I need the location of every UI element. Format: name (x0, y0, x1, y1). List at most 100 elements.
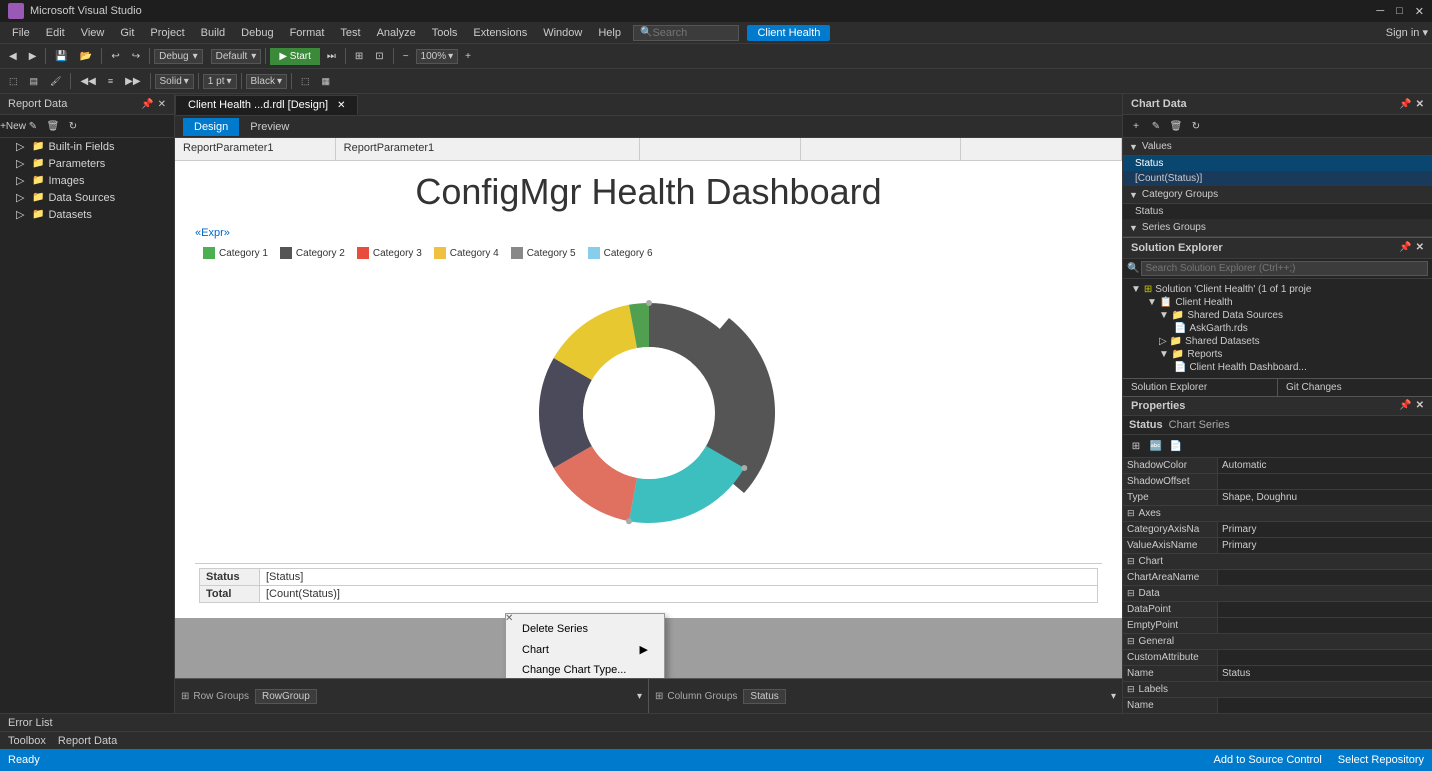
askgarth-node[interactable]: 📄 AskGarth.rds (1127, 322, 1428, 335)
tb-zoom-out[interactable]: − (398, 48, 414, 65)
row-groups-dropdown[interactable]: ▾ (637, 691, 642, 702)
tb-back[interactable]: ◀ (4, 48, 22, 65)
donut-chart-svg (489, 273, 809, 553)
tb-fmt2[interactable]: ⊡ (370, 48, 388, 65)
tb-start[interactable]: ▶ Start (270, 48, 320, 65)
project-node[interactable]: ▼ 📋 Client Health (1127, 296, 1428, 309)
tb-fwd[interactable]: ▶ (24, 48, 42, 65)
menu-file[interactable]: File (4, 25, 38, 41)
sol-explorer-tab[interactable]: Solution Explorer (1123, 379, 1278, 396)
row-group-item[interactable]: RowGroup (255, 689, 317, 704)
menu-tools[interactable]: Tools (424, 25, 466, 41)
status-value-item[interactable]: Status (1123, 156, 1432, 171)
tree-builtin-fields[interactable]: ▷ 📁 Built-in Fields (0, 138, 174, 155)
chart-data-pin[interactable]: 📌 (1399, 99, 1411, 110)
sol-close[interactable]: ✕ (1416, 242, 1424, 254)
reports-node[interactable]: ▼ 📁 Reports (1127, 348, 1428, 361)
doc-tab-rdl[interactable]: Client Health ...d.rdl [Design] ✕ (175, 95, 358, 115)
menu-format[interactable]: Format (282, 25, 333, 41)
tree-images[interactable]: ▷ 📁 Images (0, 172, 174, 189)
client-health-report[interactable]: 📄 Client Health Dashboard... (1127, 361, 1428, 374)
shared-datasets-node[interactable]: ▷ 📁 Shared Datasets (1127, 335, 1428, 348)
cd-refresh-btn[interactable]: ↻ (1187, 117, 1205, 135)
ctx-chart[interactable]: Chart ▶ (506, 639, 664, 660)
menu-help[interactable]: Help (590, 25, 629, 41)
refresh-btn[interactable]: ↻ (64, 117, 82, 135)
tb2-align-center[interactable]: ≡ (103, 73, 118, 89)
tb2-border1[interactable]: ⬚ (296, 73, 315, 90)
tb-save[interactable]: 💾 (50, 48, 72, 65)
design-tab-design[interactable]: Design (183, 118, 239, 136)
border-color-dropdown[interactable]: Black ▾ (246, 74, 287, 89)
tb2-border2[interactable]: ▦ (317, 73, 336, 90)
delete-btn[interactable]: 🗑 (44, 117, 62, 135)
tb-redo[interactable]: ↪ (127, 48, 145, 65)
maximize-btn[interactable]: □ (1396, 5, 1403, 18)
platform-dropdown[interactable]: Default ▾ (211, 49, 262, 64)
prop-categ-btn[interactable]: ⊞ (1127, 437, 1145, 455)
cd-add-btn[interactable]: + (1127, 117, 1145, 135)
menu-project[interactable]: Project (142, 25, 192, 41)
col-groups-dropdown[interactable]: ▾ (1111, 691, 1116, 702)
panel-pin[interactable]: 📌 (141, 99, 153, 110)
chart-data-close[interactable]: ✕ (1416, 99, 1424, 110)
tb2-1[interactable]: ⬚ (4, 73, 23, 90)
tb-step[interactable]: ⏭ (322, 48, 341, 65)
donut-chart-container[interactable]: ✕ Delete Series Chart ▶ Ch (195, 273, 1102, 553)
border-width-dropdown[interactable]: 1 pt ▾ (203, 74, 237, 89)
solution-search-input[interactable] (1141, 261, 1428, 276)
menu-window[interactable]: Window (535, 25, 590, 41)
context-menu-close-icon[interactable]: ✕ (505, 613, 513, 624)
sign-in[interactable]: Sign in ▾ (1386, 26, 1428, 39)
tb2-align-right[interactable]: ▶▶ (120, 73, 145, 90)
border-style-dropdown[interactable]: Solid ▾ (155, 74, 194, 89)
menu-extensions[interactable]: Extensions (465, 25, 535, 41)
cd-delete-btn[interactable]: 🗑 (1167, 117, 1185, 135)
tb-undo[interactable]: ↩ (106, 48, 124, 65)
zoom-dropdown[interactable]: 100% ▾ (416, 49, 459, 64)
shared-datasources-node[interactable]: ▼ 📁 Shared Data Sources (1127, 309, 1428, 322)
tree-datasources[interactable]: ▷ 📁 Data Sources (0, 189, 174, 206)
prop-prop-page[interactable]: 📄 (1167, 437, 1185, 455)
menu-debug[interactable]: Debug (233, 25, 281, 41)
report-body[interactable]: ReportParameter1 ReportParameter1 Config… (175, 138, 1122, 678)
design-tab-preview[interactable]: Preview (239, 118, 300, 136)
tb2-align-left[interactable]: ◀◀ (75, 73, 100, 90)
prop-pin[interactable]: 📌 (1399, 400, 1411, 412)
menu-build[interactable]: Build (193, 25, 233, 41)
panel-close[interactable]: ✕ (158, 99, 166, 110)
solution-root[interactable]: ▼ ⊞ Solution 'Client Health' (1 of 1 pro… (1127, 283, 1428, 296)
menu-git[interactable]: Git (112, 25, 142, 41)
search-input[interactable] (652, 27, 732, 39)
git-changes-tab[interactable]: Git Changes (1278, 379, 1432, 396)
ctx-delete-series[interactable]: Delete Series (506, 619, 664, 639)
source-control-btn[interactable]: Add to Source Control (1214, 754, 1322, 766)
search-box[interactable]: 🔍 (633, 25, 739, 41)
debug-dropdown[interactable]: Debug ▾ (154, 49, 203, 64)
new-btn[interactable]: + New (4, 117, 22, 135)
prop-close[interactable]: ✕ (1416, 400, 1424, 412)
menu-edit[interactable]: Edit (38, 25, 73, 41)
ctx-change-chart-type[interactable]: Change Chart Type... (506, 660, 664, 678)
tb-fmt[interactable]: ⊞ (350, 48, 368, 65)
tb-zoom-in[interactable]: + (460, 48, 476, 65)
tree-datasets[interactable]: ▷ 📁 Datasets (0, 206, 174, 223)
sol-pin[interactable]: 📌 (1399, 242, 1411, 254)
minimize-btn[interactable]: ─ (1376, 5, 1384, 18)
doc-tab-close[interactable]: ✕ (337, 100, 345, 111)
count-status-item[interactable]: [Count(Status)] (1123, 171, 1432, 186)
close-btn[interactable]: ✕ (1415, 5, 1424, 18)
tb2-3[interactable]: 🖌 (45, 73, 66, 90)
edit-btn[interactable]: ✎ (24, 117, 42, 135)
category-status-item[interactable]: Status (1123, 204, 1432, 219)
repository-btn[interactable]: Select Repository (1338, 754, 1424, 766)
tb-open[interactable]: 📂 (75, 48, 97, 65)
col-group-item[interactable]: Status (743, 689, 785, 704)
menu-view[interactable]: View (73, 25, 113, 41)
menu-analyze[interactable]: Analyze (369, 25, 424, 41)
menu-test[interactable]: Test (332, 25, 368, 41)
prop-alpha-btn[interactable]: 🔤 (1147, 437, 1165, 455)
cd-edit-btn[interactable]: ✎ (1147, 117, 1165, 135)
tb2-2[interactable]: ▤ (25, 73, 44, 90)
tree-parameters[interactable]: ▷ 📁 Parameters (0, 155, 174, 172)
